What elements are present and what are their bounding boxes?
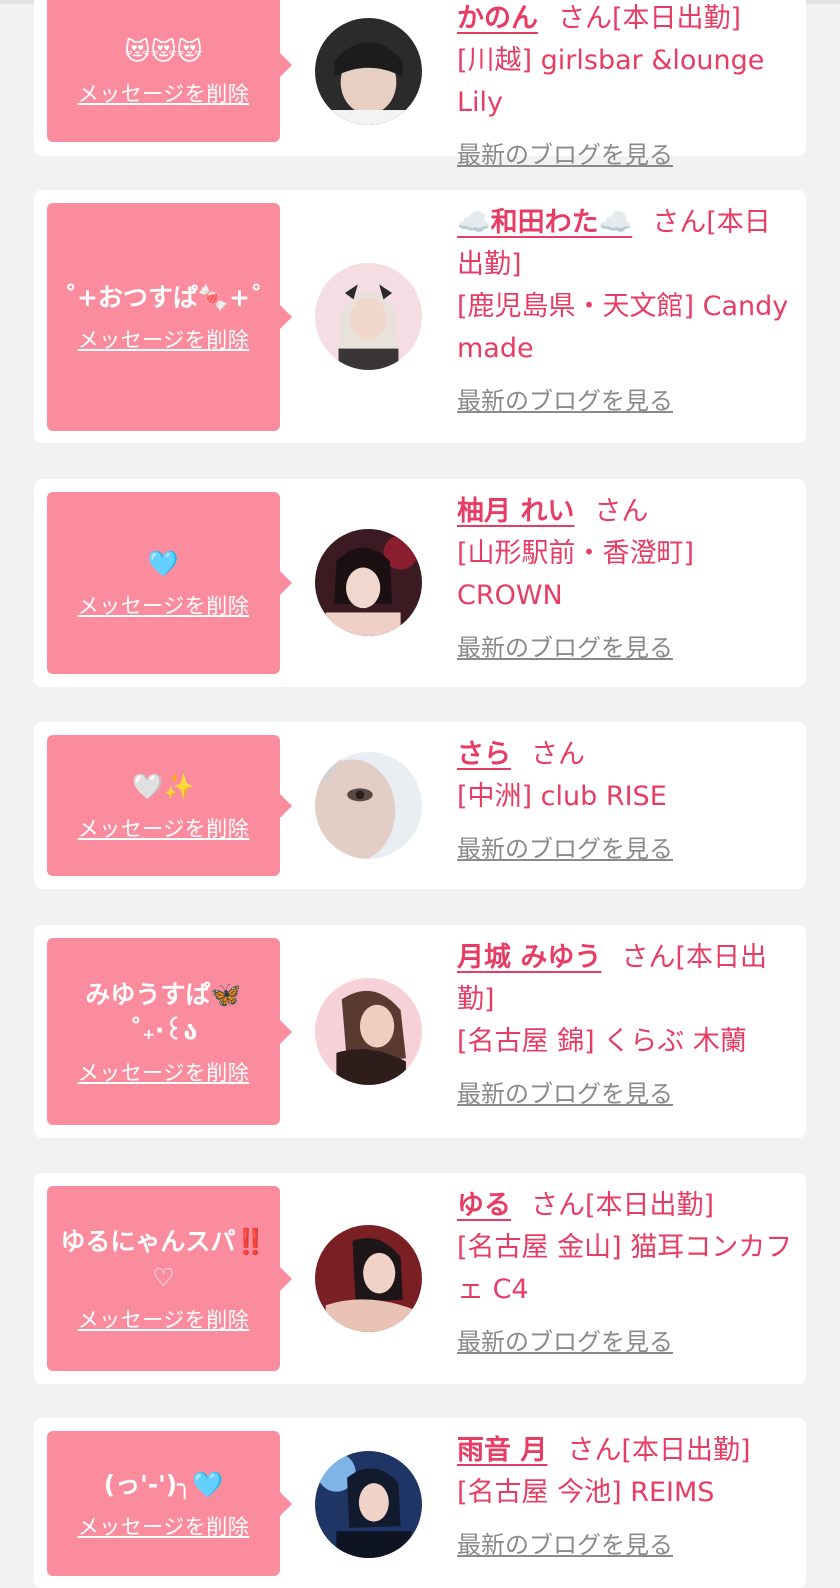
cast-name-link[interactable]: かのん [457,3,538,34]
message-text: ˚+おつすぱ🍬+˚ [64,283,263,312]
list-item: 😻😻😻 メッセージを削除 かのん さん[本日出勤] [川越] girlsbar &… [34,0,806,169]
attendance-status: [本日出勤] [612,3,742,34]
message-bubble: 🤍✨ メッセージを削除 [47,735,292,876]
cast-info: 柚月 れい さん [山形駅前・香澄町] CROWN 最新のブログを見る [457,491,795,669]
delete-message-link[interactable]: メッセージを削除 [78,324,250,354]
message-bubble: ゆるにゃんスパ‼️ ♡ メッセージを削除 [47,1186,292,1371]
delete-message-link[interactable]: メッセージを削除 [78,590,250,620]
message-text: 😻😻😻 [124,37,203,66]
honorific: さん [531,1190,585,1221]
cast-info: かのん さん[本日出勤] [川越] girlsbar &lounge Lily 最… [457,0,795,176]
cast-name-link[interactable]: さら [457,739,511,770]
list-item: 🩵 メッセージを削除 柚月 れい さん [山形駅前・香澄町] CROWN 最新のブ… [34,479,806,687]
avatar[interactable] [315,263,422,370]
attendance-status: [本日出勤] [585,1190,715,1221]
message-bubble: 😻😻😻 メッセージを削除 [47,0,292,142]
attendance-status: [本日出勤] [621,1435,751,1466]
avatar[interactable] [315,752,422,859]
avatar-photo [315,752,422,859]
honorific: さん [652,207,707,238]
latest-blog-link[interactable]: 最新のブログを見る [457,828,795,870]
shop-name: [名古屋 今池] REIMS [457,1477,715,1508]
cast-name-link[interactable]: ゆる [457,1190,511,1221]
message-bubble: (っ'-')╮🩵 メッセージを削除 [47,1431,292,1576]
delete-message-link[interactable]: メッセージを削除 [78,1304,250,1334]
avatar-photo [315,18,422,125]
cast-info: 雨音 月さん[本日出勤] [名古屋 今池] REIMS 最新のブログを見る [457,1430,795,1566]
honorific: さん [621,942,676,973]
cast-name-link[interactable]: 月城 みゆう [457,942,601,973]
shop-name: [名古屋 金山] 猫耳コンカフェ C4 [457,1232,793,1305]
list-item: みゆうすぱ🦋 ˚₊‧꒰ა メッセージを削除 月城 みゆう さん[本日出勤] [名古… [34,925,806,1138]
latest-blog-link[interactable]: 最新のブログを見る [457,380,795,422]
cast-info: 月城 みゆう さん[本日出勤] [名古屋 錦] くらぶ 木蘭 最新のブログを見る [457,937,795,1115]
delete-message-link[interactable]: メッセージを削除 [78,813,250,843]
cast-info: ゆる さん[本日出勤] [名古屋 金山] 猫耳コンカフェ C4 最新のブログを見る [457,1185,795,1363]
shop-name: [山形駅前・香澄町] CROWN [457,538,695,611]
message-text: ゆるにゃんスパ‼️ ♡ [60,1226,267,1292]
honorific: さん [531,739,585,770]
list-item: 🤍✨ メッセージを削除 さら さん [中洲] club RISE 最新のブログを見… [34,722,806,889]
cast-info: ☁️和田わた☁️ さん[本日出勤] [鹿児島県・天文館] Candy made 最… [457,202,795,422]
avatar[interactable] [315,978,422,1085]
avatar-photo [315,263,422,370]
message-bubble: ˚+おつすぱ🍬+˚ メッセージを削除 [47,203,292,431]
avatar-photo [315,1225,422,1332]
list-item: ゆるにゃんスパ‼️ ♡ メッセージを削除 ゆる さん[本日出勤] [名古屋 金山]… [34,1173,806,1384]
list-item: ˚+おつすぱ🍬+˚ メッセージを削除 ☁️和田わた☁️ さん[本日出勤] [鹿児島… [34,190,806,443]
cast-name-link[interactable]: 雨音 月 [457,1435,547,1466]
honorific: さん [594,496,649,527]
avatar[interactable] [315,1225,422,1332]
avatar[interactable] [315,529,422,636]
delete-message-link[interactable]: メッセージを削除 [78,1057,250,1087]
honorific: さん [567,1435,622,1466]
message-bubble: みゆうすぱ🦋 ˚₊‧꒰ა メッセージを削除 [47,938,292,1125]
message-bubble: 🩵 メッセージを削除 [47,492,292,674]
message-text: みゆうすぱ🦋 ˚₊‧꒰ა [85,979,242,1045]
avatar-photo [315,978,422,1085]
avatar[interactable] [315,18,422,125]
shop-name: [川越] girlsbar &lounge Lily [457,45,765,118]
message-text: (っ'-')╮🩵 [103,1469,224,1499]
delete-message-link[interactable]: メッセージを削除 [78,1511,250,1541]
avatar[interactable] [315,1451,422,1558]
cast-info: さら さん [中洲] club RISE 最新のブログを見る [457,734,795,870]
list-item: (っ'-')╮🩵 メッセージを削除 雨音 月さん[本日出勤] [名古屋 今池] … [34,1418,806,1588]
latest-blog-link[interactable]: 最新のブログを見る [457,1321,795,1363]
avatar-photo [315,529,422,636]
message-text: 🤍✨ [132,771,195,801]
latest-blog-link[interactable]: 最新のブログを見る [457,1524,795,1566]
latest-blog-link[interactable]: 最新のブログを見る [457,627,795,669]
shop-name: [中洲] club RISE [457,781,667,812]
cast-name-link[interactable]: 柚月 れい [457,496,574,527]
shop-name: [名古屋 錦] くらぶ 木蘭 [457,1026,747,1057]
honorific: さん [558,3,612,34]
latest-blog-link[interactable]: 最新のブログを見る [457,134,795,176]
cast-name-link[interactable]: ☁️和田わた☁️ [457,207,632,238]
latest-blog-link[interactable]: 最新のブログを見る [457,1073,795,1115]
delete-message-link[interactable]: メッセージを削除 [78,78,250,108]
shop-name: [鹿児島県・天文館] Candy made [457,291,789,364]
message-text: 🩵 [147,549,180,578]
avatar-photo [315,1451,422,1558]
